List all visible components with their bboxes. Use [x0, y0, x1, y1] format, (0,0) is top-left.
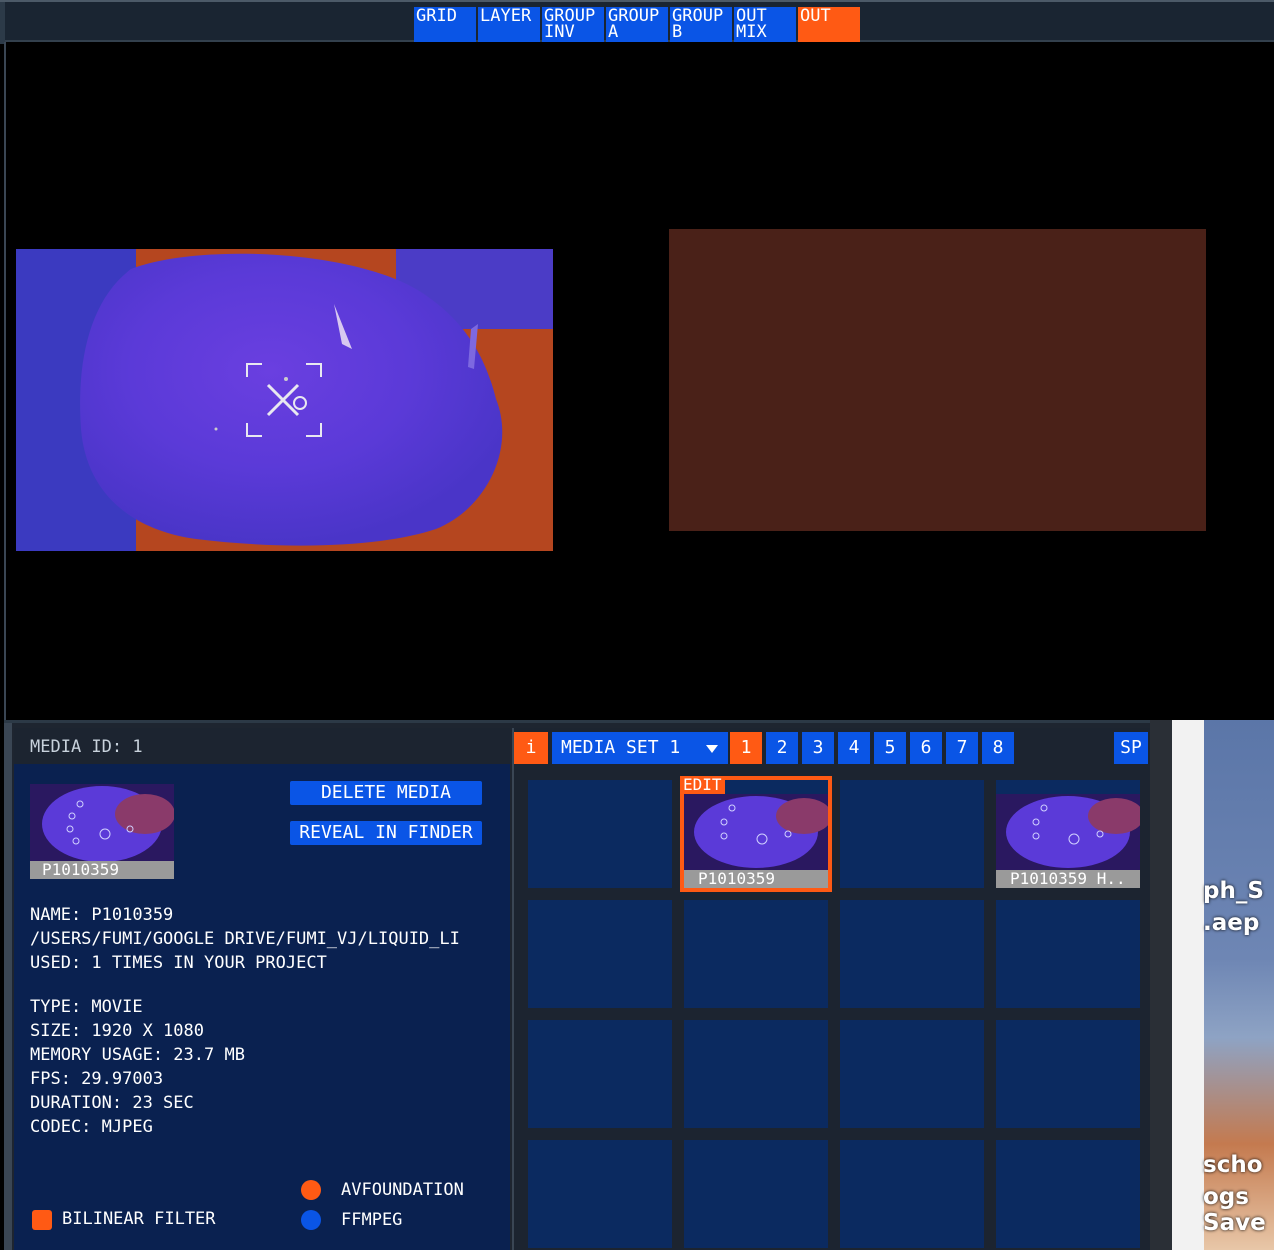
- media-name: NAME: P1010359: [30, 905, 174, 925]
- bilinear-filter-label: BILINEAR FILTER: [62, 1209, 216, 1229]
- tab-out-mix[interactable]: OUT MIX: [734, 7, 796, 42]
- tab-group-inv[interactable]: GROUP INV: [542, 7, 604, 42]
- preview-viewer: [4, 42, 1274, 720]
- tab-group-b[interactable]: GROUP B: [670, 7, 732, 42]
- media-slot[interactable]: [684, 1140, 828, 1248]
- avfoundation-label: AVFOUNDATION: [341, 1180, 464, 1200]
- ffmpeg-label: FFMPEG: [341, 1210, 403, 1230]
- tab-out[interactable]: OUT: [798, 7, 860, 42]
- media-usage: USED: 1 TIMES IN YOUR PROJECT: [30, 953, 327, 973]
- ffmpeg-radio[interactable]: [301, 1210, 321, 1230]
- media-set-bar: i MEDIA SET 1 1 2 3 4 5 6 7 8 SP: [514, 728, 1159, 766]
- page-button-3[interactable]: 3: [802, 732, 834, 764]
- finder-window-edge: [1172, 720, 1204, 1250]
- media-duration: DURATION: 23 SEC: [30, 1093, 194, 1113]
- edit-tag: EDIT: [680, 776, 725, 794]
- media-slot[interactable]: P1010359 H..: [996, 780, 1140, 888]
- info-button[interactable]: i: [514, 732, 548, 764]
- media-slot[interactable]: [996, 900, 1140, 1008]
- media-slot[interactable]: [528, 1140, 672, 1248]
- media-slot[interactable]: [840, 1020, 984, 1128]
- media-fps: FPS: 29.97003: [30, 1069, 164, 1089]
- page-button-8[interactable]: 8: [982, 732, 1014, 764]
- media-id-header: MEDIA ID: 1: [14, 728, 510, 764]
- media-slot[interactable]: [528, 900, 672, 1008]
- media-slot-thumbnail: [996, 794, 1140, 870]
- chevron-down-icon: [706, 745, 718, 753]
- media-codec: CODEC: MJPEG: [30, 1117, 153, 1137]
- media-type: TYPE: MOVIE: [30, 997, 143, 1017]
- media-slot[interactable]: [684, 1020, 828, 1128]
- delete-media-button[interactable]: DELETE MEDIA: [290, 781, 482, 805]
- media-set-label: MEDIA SET 1: [561, 737, 681, 758]
- media-slot[interactable]: [840, 780, 984, 888]
- page-button-2[interactable]: 2: [766, 732, 798, 764]
- desktop-file-label[interactable]: scho: [1203, 1152, 1263, 1178]
- media-thumbnail[interactable]: P1010359: [30, 784, 174, 879]
- page-button-5[interactable]: 5: [874, 732, 906, 764]
- media-info-panel: MEDIA ID: 1 P1010359 DELETE MEDIA REVEAL…: [14, 728, 510, 1250]
- media-slot[interactable]: [528, 1020, 672, 1128]
- media-slot[interactable]: [996, 1020, 1140, 1128]
- media-slot[interactable]: [684, 900, 828, 1008]
- media-panel: MEDIA ID: 1 P1010359 DELETE MEDIA REVEAL…: [4, 720, 1164, 1250]
- media-size: SIZE: 1920 X 1080: [30, 1021, 204, 1041]
- desktop-file-label[interactable]: Save: [1203, 1210, 1266, 1236]
- desktop-file-label[interactable]: .aep: [1203, 910, 1259, 936]
- media-path: /USERS/FUMI/GOOGLE DRIVE/FUMI_VJ/LIQUID_…: [30, 929, 460, 949]
- page-button-7[interactable]: 7: [946, 732, 978, 764]
- media-memory: MEMORY USAGE: 23.7 MB: [30, 1045, 245, 1065]
- output-preview[interactable]: [669, 229, 1206, 531]
- media-slot[interactable]: [840, 900, 984, 1008]
- media-set-select[interactable]: MEDIA SET 1: [552, 732, 728, 764]
- thumbnail-label: P1010359: [30, 861, 174, 879]
- tab-layer[interactable]: LAYER: [478, 7, 540, 42]
- window-edge: [0, 2, 5, 44]
- panel-edge: [4, 723, 12, 1250]
- media-grid-area: i MEDIA SET 1 1 2 3 4 5 6 7 8 SP P101035…: [512, 728, 1159, 1250]
- bilinear-filter-checkbox[interactable]: [32, 1210, 52, 1230]
- reveal-in-finder-button[interactable]: REVEAL IN FINDER: [290, 821, 482, 845]
- desktop-file-label[interactable]: ph_S: [1203, 878, 1264, 904]
- output-tab-bar: GRID LAYER GROUP INV GROUP A GROUP B OUT…: [0, 0, 1274, 44]
- media-slot[interactable]: [528, 780, 672, 888]
- crosshair-icon[interactable]: [246, 363, 322, 437]
- tab-grid[interactable]: GRID: [414, 7, 476, 42]
- media-slot-label: P1010359 H..: [996, 870, 1140, 888]
- sp-button[interactable]: SP: [1114, 732, 1148, 764]
- media-slot[interactable]: [840, 1140, 984, 1248]
- avfoundation-radio[interactable]: [301, 1180, 321, 1200]
- window-border: [1150, 720, 1172, 1250]
- page-button-1[interactable]: 1: [730, 732, 762, 764]
- tab-group: GRID LAYER GROUP INV GROUP A GROUP B OUT…: [414, 7, 862, 42]
- page-button-4[interactable]: 4: [838, 732, 870, 764]
- desktop-file-label[interactable]: ogs: [1203, 1184, 1249, 1210]
- page-button-6[interactable]: 6: [910, 732, 942, 764]
- tab-group-a[interactable]: GROUP A: [606, 7, 668, 42]
- media-slot[interactable]: [996, 1140, 1140, 1248]
